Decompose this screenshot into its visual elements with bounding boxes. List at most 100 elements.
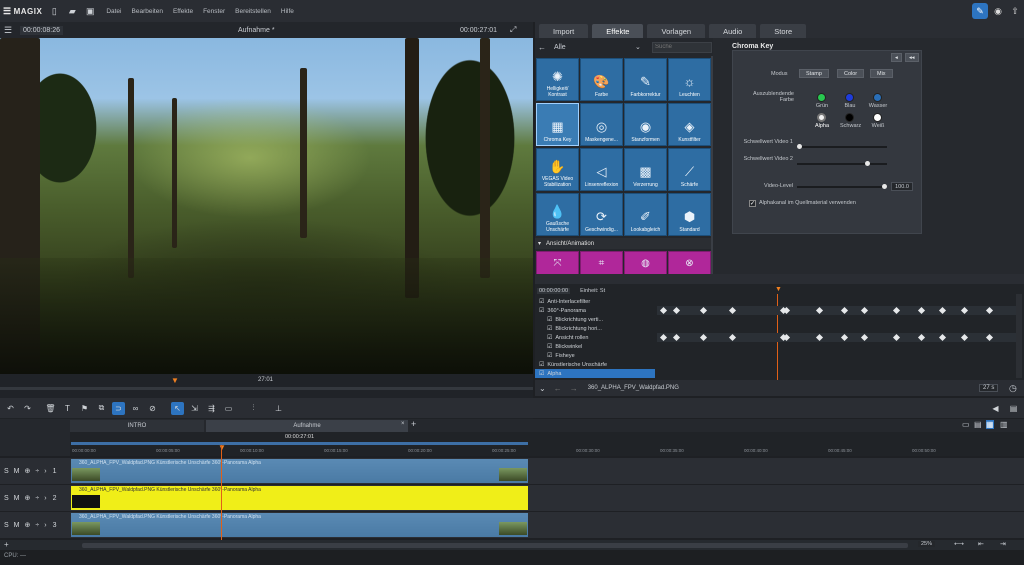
effect-tile[interactable]: ✋ VEGAS Video Stabilization bbox=[536, 148, 579, 191]
keyframe-row[interactable]: ☑ Fisheye bbox=[535, 351, 655, 360]
keyframe-track[interactable] bbox=[657, 315, 1017, 324]
add-track-icon[interactable]: + bbox=[4, 540, 9, 549]
keyframe-diamond[interactable] bbox=[985, 333, 994, 342]
menu-datei[interactable]: Datei bbox=[106, 8, 121, 15]
anim-tile-3d[interactable]: ⊗ bbox=[668, 251, 711, 275]
keyframe-track[interactable] bbox=[657, 333, 1017, 342]
mute-button[interactable]: M bbox=[14, 495, 20, 502]
mixer-icon[interactable]: ▤ bbox=[1007, 402, 1020, 415]
keyframe-zoom[interactable]: 27 s bbox=[979, 384, 999, 392]
settings-icon[interactable]: ÷ bbox=[35, 495, 39, 502]
anim-tile-camera[interactable]: ◍ bbox=[624, 251, 667, 275]
keyframe-diamond[interactable] bbox=[917, 333, 926, 342]
video-preview[interactable] bbox=[0, 38, 533, 374]
keyframe-row[interactable]: ☑ Künstlerische Unschärfe bbox=[535, 360, 655, 369]
solo-button[interactable]: S bbox=[4, 468, 9, 475]
keyframe-diamond[interactable] bbox=[860, 333, 869, 342]
keyframe-track[interactable] bbox=[657, 324, 1017, 333]
multi-cursor-icon[interactable]: ⇶ bbox=[205, 402, 218, 415]
trim-icon[interactable]: ⫶ bbox=[247, 402, 260, 415]
color-radio[interactable] bbox=[873, 113, 882, 122]
close-tab-icon[interactable]: × bbox=[401, 421, 405, 427]
category-select[interactable]: Alle bbox=[554, 44, 566, 51]
collapse-all-icon[interactable]: ⌄ bbox=[539, 384, 546, 393]
prev-keyframe-icon[interactable]: ← bbox=[554, 384, 562, 393]
lock-icon[interactable]: ⊕ bbox=[25, 521, 31, 529]
maximize-icon[interactable]: ⤢ bbox=[510, 25, 516, 35]
keyframe-diamond[interactable] bbox=[960, 306, 969, 315]
overwrite-icon[interactable]: ▭ bbox=[222, 402, 235, 415]
keyframe-diamond[interactable] bbox=[699, 333, 708, 342]
color-radio[interactable] bbox=[845, 113, 854, 122]
media-clip[interactable]: 360_ALPHA_FPV_Waldpfad.PNG Künstlerische… bbox=[71, 486, 528, 510]
tab-aufnahme[interactable]: Aufnahme bbox=[206, 420, 408, 432]
color-radio[interactable] bbox=[845, 93, 854, 102]
playhead-marker-icon[interactable]: ▼ bbox=[171, 376, 179, 385]
range-bar[interactable] bbox=[71, 442, 528, 445]
keyframe-diamond[interactable] bbox=[985, 306, 994, 315]
effect-tile[interactable]: ✐ Lookabgleich bbox=[624, 193, 667, 236]
lock-icon[interactable]: ⊕ bbox=[25, 467, 31, 475]
video-level-knob[interactable] bbox=[882, 184, 887, 189]
keyframe-diamond[interactable] bbox=[938, 333, 947, 342]
row-checkbox[interactable]: ☑ bbox=[547, 352, 552, 359]
tab-store[interactable]: Store bbox=[760, 24, 807, 38]
effect-tile[interactable]: 💧 Gaußsche Unschärfe bbox=[536, 193, 579, 236]
wand-icon[interactable]: ✎ bbox=[972, 3, 988, 19]
color-radio[interactable] bbox=[817, 93, 826, 102]
menu-bearbeiten[interactable]: Bearbeiten bbox=[132, 8, 163, 15]
keyframe-diamond[interactable] bbox=[938, 306, 947, 315]
keyframe-diamond[interactable] bbox=[728, 306, 737, 315]
menu-fenster[interactable]: Fenster bbox=[203, 8, 225, 15]
color-radio[interactable] bbox=[873, 93, 882, 102]
video-level-slider[interactable] bbox=[797, 184, 887, 189]
row-checkbox[interactable]: ☑ bbox=[539, 370, 544, 377]
help-icon[interactable]: ◉ bbox=[990, 3, 1006, 19]
title-icon[interactable]: T bbox=[61, 402, 74, 415]
threshold2-slider[interactable] bbox=[797, 161, 887, 166]
mode-stamp-button[interactable]: Stamp bbox=[799, 69, 829, 78]
color-radio[interactable] bbox=[817, 113, 826, 122]
keyframe-track[interactable] bbox=[657, 369, 1017, 378]
settings-icon[interactable]: ÷ bbox=[35, 522, 39, 529]
mode-mix-button[interactable]: Mix bbox=[870, 69, 893, 78]
magnet-icon[interactable]: ⊃ bbox=[112, 401, 125, 415]
track-header[interactable]: S M ⊕ ÷ › 3 bbox=[0, 512, 70, 538]
effect-tile[interactable]: ✎ Farbkorrektur bbox=[624, 58, 667, 101]
keyframe-track[interactable] bbox=[657, 297, 1017, 306]
expand-icon[interactable]: › bbox=[44, 468, 46, 475]
keyframe-diamond[interactable] bbox=[860, 306, 869, 315]
tab-intro[interactable]: INTRO bbox=[70, 420, 204, 432]
track-header[interactable]: S M ⊕ ÷ › 2 bbox=[0, 485, 70, 511]
keyframe-row[interactable]: ☑ 360°-Panorama bbox=[535, 306, 655, 315]
anim-tile-crop[interactable]: ⌗ bbox=[580, 251, 623, 275]
keyframe-diamond[interactable] bbox=[892, 333, 901, 342]
keyframe-diamond[interactable] bbox=[672, 306, 681, 315]
keyframe-diamond[interactable] bbox=[815, 333, 824, 342]
keyframe-row[interactable]: ☑ Ansicht rollen bbox=[535, 333, 655, 342]
media-clip[interactable]: 360_ALPHA_FPV_Waldpfad.PNG Künstlerische… bbox=[71, 513, 528, 537]
timeline-scrollbar[interactable] bbox=[82, 543, 908, 548]
cursor-icon[interactable]: ↖ bbox=[171, 401, 184, 415]
keyframe-diamond[interactable] bbox=[960, 333, 969, 342]
effect-tile[interactable]: ✺ Helligkeit/ Kontrast bbox=[536, 58, 579, 101]
solo-button[interactable]: S bbox=[4, 495, 9, 502]
view-storyboard-icon[interactable]: ▭ bbox=[962, 420, 970, 429]
zoom-out-icon[interactable]: ⇤ bbox=[978, 540, 984, 548]
effect-tile[interactable]: ◁ Linsenreflexion bbox=[580, 148, 623, 191]
range-cursor-icon[interactable]: ⇲ bbox=[188, 402, 201, 415]
link-icon[interactable]: ∞ bbox=[129, 402, 142, 415]
effects-search-input[interactable] bbox=[652, 41, 712, 53]
keyframe-row[interactable]: ☑ Blickrichtung hori... bbox=[535, 324, 655, 333]
keyframe-diamond[interactable] bbox=[659, 333, 668, 342]
mute-button[interactable]: M bbox=[14, 522, 20, 529]
next-keyframe-icon[interactable]: → bbox=[570, 384, 578, 393]
hamburger-icon[interactable]: ☰ bbox=[4, 25, 12, 36]
volume-icon[interactable]: ◀ bbox=[989, 402, 1002, 415]
menu-bereitstellen[interactable]: Bereitstellen bbox=[235, 8, 271, 15]
keyframe-track[interactable] bbox=[657, 351, 1017, 360]
redo-icon[interactable]: ↷ bbox=[21, 402, 34, 415]
keyframe-track[interactable] bbox=[657, 342, 1017, 351]
row-checkbox[interactable]: ☑ bbox=[539, 298, 544, 305]
keyframe-row[interactable]: ☑ Blickwinkel bbox=[535, 342, 655, 351]
